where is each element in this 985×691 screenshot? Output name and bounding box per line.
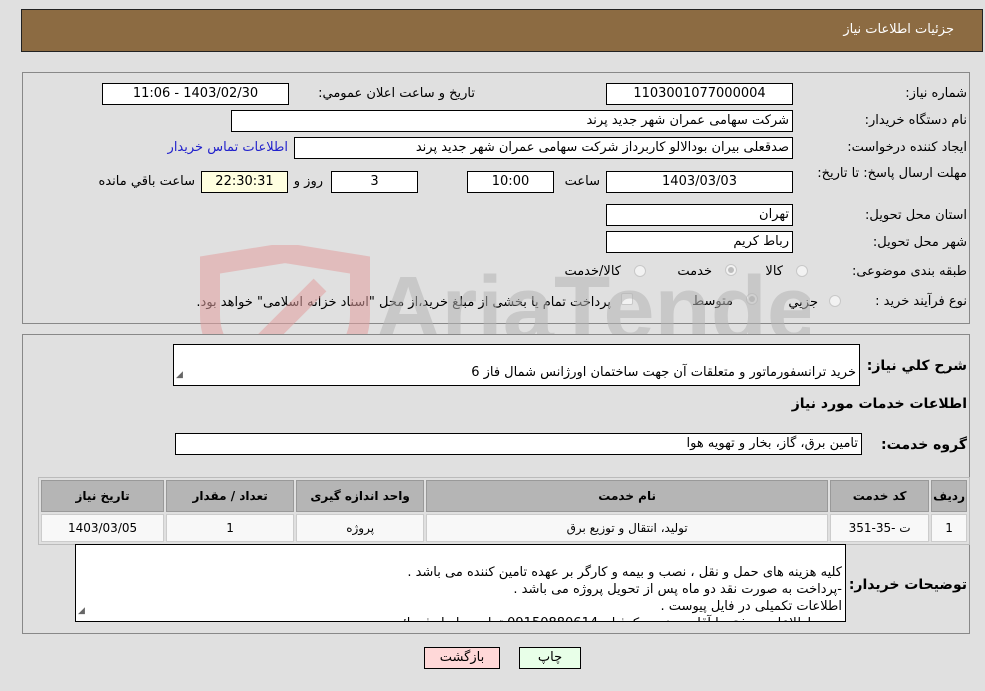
remaining-time-label: ساعت باقي مانده	[98, 174, 195, 189]
column-header-quantity: تعداد / مقدار	[166, 480, 295, 512]
deadline-time-label: ساعت	[564, 174, 600, 189]
deadline-time-field: 10:00	[467, 171, 554, 193]
cell-need-date: 1403/03/05	[41, 514, 165, 542]
category-label: طبقه بندی موضوعی:	[851, 264, 967, 279]
buyer-notes-label: توضيحات خريدار:	[848, 577, 967, 593]
city-label: شهر محل تحويل:	[872, 235, 967, 250]
summary-label: شرح کلي نياز:	[866, 358, 967, 374]
buyer-contact-link[interactable]: اطلاعات تماس خريدار	[168, 140, 288, 155]
buyer-notes-text: کلیه هزینه های حمل و نقل ، نصب و بیمه و …	[392, 565, 842, 621]
treasury-checkbox[interactable]	[621, 293, 633, 305]
category-radio-service[interactable]	[725, 264, 737, 276]
remaining-time-field: 22:30:31	[201, 171, 288, 193]
table-row: 1 ت -35-351 تولید، انتقال و توزیع برق پر…	[41, 514, 967, 542]
requester-label: ايجاد کننده درخواست:	[847, 140, 967, 155]
deadline-date-field: 1403/03/03	[606, 171, 793, 193]
days-label: روز و	[293, 174, 323, 189]
service-group-field: تامین برق، گاز، بخار و تهویه هوا	[175, 433, 862, 455]
page-header: جزئیات اطلاعات نیاز	[21, 9, 983, 52]
column-header-need-date: تاريخ نياز	[41, 480, 165, 512]
purchase-type-radio-medium[interactable]	[746, 293, 758, 305]
buyer-org-label: نام دستگاه خريدار:	[864, 113, 967, 128]
buyer-notes-field[interactable]: کلیه هزینه های حمل و نقل ، نصب و بیمه و …	[75, 544, 846, 622]
cell-row-number: 1	[931, 514, 967, 542]
cell-quantity: 1	[166, 514, 295, 542]
remaining-days-field: 3	[331, 171, 418, 193]
purchase-type-option-medium: متوسط	[692, 294, 733, 309]
cell-unit: پروژه	[296, 514, 425, 542]
cell-service-name: تولید، انتقال و توزیع برق	[426, 514, 829, 542]
summary-field[interactable]: خرید ترانسفورماتور و متعلقات آن جهت ساخت…	[173, 344, 860, 386]
announce-datetime-field: 1403/02/30 - 11:06	[102, 83, 289, 105]
treasury-note: پرداخت تمام يا بخشی از مبلغ خريد،از محل …	[196, 295, 611, 310]
category-option-service: خدمت	[677, 264, 712, 279]
province-label: استان محل تحويل:	[865, 208, 967, 223]
table-header-row: رديف کد خدمت نام خدمت واحد اندازه گيری ت…	[41, 480, 967, 512]
deadline-label: مهلت ارسال پاسخ: تا تاريخ:	[817, 166, 967, 181]
purchase-type-label: نوع فرآيند خريد :	[875, 294, 967, 309]
category-radio-goods-service[interactable]	[634, 265, 646, 277]
city-field: رباط کریم	[606, 231, 793, 253]
category-option-goods-service: کالا/خدمت	[564, 264, 621, 279]
services-table: رديف کد خدمت نام خدمت واحد اندازه گيری ت…	[38, 477, 970, 545]
need-number-label: شماره نیاز:	[905, 86, 967, 101]
print-button[interactable]: چاپ	[519, 647, 581, 669]
cell-service-code: ت -35-351	[830, 514, 930, 542]
category-radio-goods[interactable]	[796, 265, 808, 277]
column-header-service-name: نام خدمت	[426, 480, 829, 512]
resize-handle-icon[interactable]: ◢	[176, 367, 183, 384]
need-number-field: 1103001077000004	[606, 83, 793, 105]
requester-field: صدقعلی بیران بودالالو کاربرداز شرکت سهام…	[294, 137, 793, 159]
summary-text: خرید ترانسفورماتور و متعلقات آن جهت ساخت…	[471, 365, 856, 380]
resize-handle-icon[interactable]: ◢	[78, 603, 85, 620]
purchase-type-radio-minor[interactable]	[829, 295, 841, 307]
back-button[interactable]: بازگشت	[424, 647, 500, 669]
column-header-row-number: رديف	[931, 480, 967, 512]
province-field: تهران	[606, 204, 793, 226]
column-header-service-code: کد خدمت	[830, 480, 930, 512]
service-group-label: گروه خدمت:	[881, 437, 967, 453]
page-title: جزئیات اطلاعات نیاز	[843, 22, 954, 37]
category-option-goods: کالا	[765, 264, 783, 279]
purchase-type-option-minor: جزيي	[788, 295, 818, 310]
announce-datetime-label: تاریخ و ساعت اعلان عمومي:	[318, 86, 475, 101]
column-header-unit: واحد اندازه گيری	[296, 480, 425, 512]
buyer-org-field: شرکت سهامی عمران شهر جدید پرند	[231, 110, 793, 132]
services-heading: اطلاعات خدمات مورد نياز	[791, 396, 967, 412]
